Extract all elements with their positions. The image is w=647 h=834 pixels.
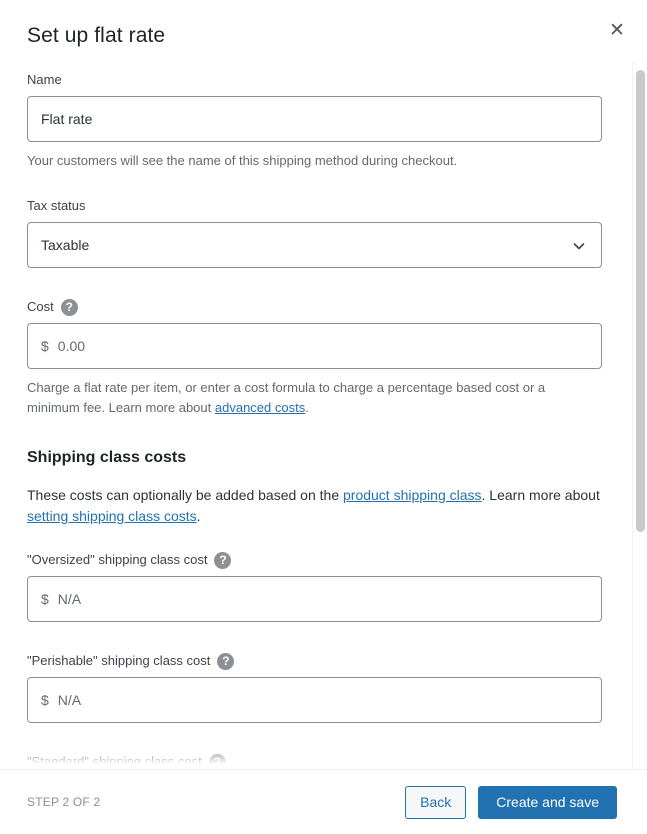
- shipping-class-costs-description: These costs can optionally be added base…: [27, 485, 601, 527]
- setting-shipping-class-costs-link[interactable]: setting shipping class costs: [27, 508, 197, 524]
- desc-prefix: These costs can optionally be added base…: [27, 487, 343, 503]
- help-icon[interactable]: ?: [217, 652, 235, 670]
- name-input[interactable]: Flat rate: [27, 96, 602, 142]
- cost-field-group: Cost ? $ 0.00 Charge a flat rate per ite…: [27, 298, 602, 418]
- tax-status-select[interactable]: Taxable: [27, 222, 602, 268]
- perishable-cost-input[interactable]: $ N/A: [27, 677, 602, 723]
- product-shipping-class-link[interactable]: product shipping class: [343, 487, 482, 503]
- shipping-class-perishable-group: "Perishable" shipping class cost ? $ N/A: [27, 652, 602, 723]
- modal-footer: STEP 2 OF 2 Back Create and save: [0, 769, 647, 834]
- help-icon[interactable]: ?: [60, 298, 78, 316]
- cost-input-placeholder: 0.00: [57, 338, 86, 354]
- cost-label-row: Cost ?: [27, 298, 601, 316]
- cost-input[interactable]: $ 0.00: [27, 323, 602, 369]
- desc-middle: . Learn more about: [481, 487, 600, 503]
- currency-symbol: $: [41, 692, 49, 708]
- footer-actions: Back Create and save: [405, 785, 617, 819]
- tax-status-field-group: Tax status Taxable: [27, 197, 602, 268]
- step-indicator: STEP 2 OF 2: [27, 795, 101, 809]
- oversized-cost-input[interactable]: $ N/A: [27, 576, 602, 622]
- name-input-value: Flat rate: [41, 111, 93, 127]
- shipping-class-oversized-group: "Oversized" shipping class cost ? $ N/A: [27, 551, 602, 622]
- name-help-text: Your customers will see the name of this…: [27, 153, 458, 168]
- page-title: Set up flat rate: [27, 24, 166, 47]
- perishable-label: "Perishable" shipping class cost: [27, 653, 211, 668]
- cost-help-text: Charge a flat rate per item, or enter a …: [27, 378, 601, 418]
- create-and-save-button[interactable]: Create and save: [478, 785, 617, 819]
- tax-status-value: Taxable: [41, 237, 90, 253]
- advanced-costs-link[interactable]: advanced costs: [215, 400, 305, 415]
- scrollbar-track[interactable]: [632, 62, 647, 769]
- name-field-group: Name Flat rate Your customers will see t…: [27, 71, 602, 171]
- modal-header: Set up flat rate ✕: [0, 0, 647, 62]
- modal-body: Name Flat rate Your customers will see t…: [0, 62, 647, 769]
- scrollbar-thumb[interactable]: [636, 70, 645, 532]
- oversized-cost-placeholder: N/A: [57, 591, 82, 607]
- flat-rate-setup-modal: Set up flat rate ✕ Name Flat rate Your c…: [0, 0, 647, 834]
- shipping-class-standard-group: "Standard" shipping class cost ? $ N/A: [27, 753, 601, 769]
- chevron-down-icon: [573, 239, 585, 251]
- shipping-class-costs-heading: Shipping class costs: [27, 449, 187, 466]
- desc-suffix: .: [196, 508, 201, 524]
- tax-status-label: Tax status: [27, 198, 86, 213]
- cost-help-suffix: .: [305, 400, 309, 415]
- currency-symbol: $: [41, 591, 49, 607]
- cost-label: Cost: [27, 299, 54, 314]
- close-icon[interactable]: ✕: [601, 14, 633, 46]
- perishable-label-row: "Perishable" shipping class cost ?: [27, 652, 601, 670]
- standard-label-row: "Standard" shipping class cost ?: [27, 753, 601, 769]
- standard-label: "Standard" shipping class cost: [27, 754, 202, 769]
- name-label: Name: [27, 72, 62, 87]
- perishable-cost-placeholder: N/A: [57, 692, 82, 708]
- back-button[interactable]: Back: [405, 785, 467, 819]
- oversized-label-row: "Oversized" shipping class cost ?: [27, 551, 601, 569]
- currency-symbol: $: [41, 338, 49, 354]
- help-icon[interactable]: ?: [208, 753, 226, 769]
- help-icon[interactable]: ?: [214, 551, 232, 569]
- oversized-label: "Oversized" shipping class cost: [27, 552, 208, 567]
